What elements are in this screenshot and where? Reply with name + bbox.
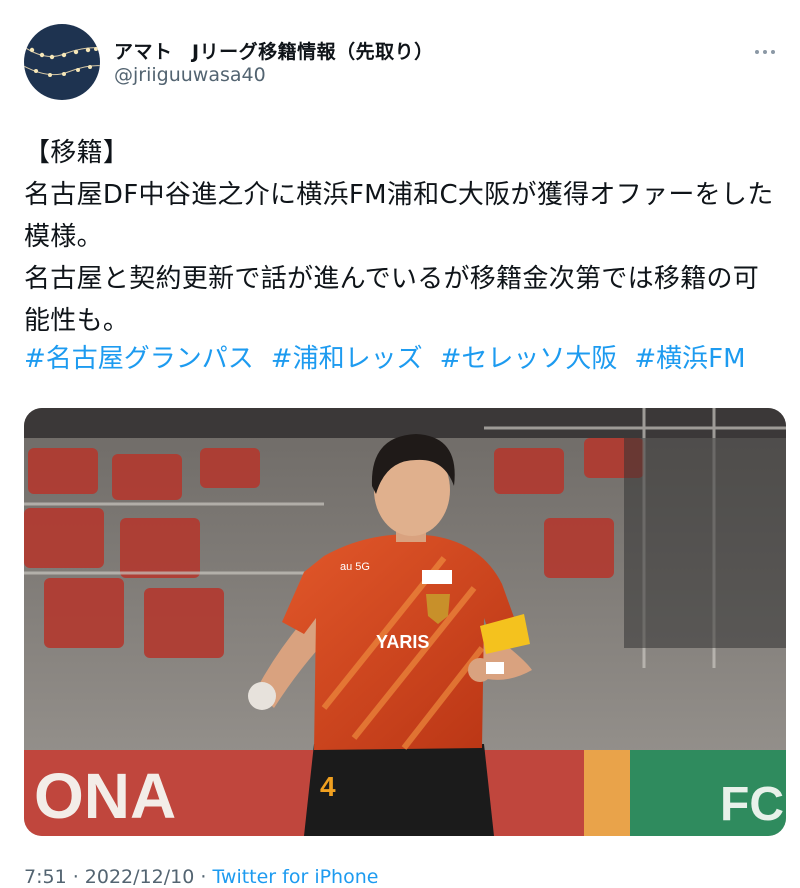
svg-text:FC: FC [720,778,784,831]
meta-separator: · [194,866,213,888]
tweet-time: 7:51 [24,866,67,888]
avatar-image [24,24,100,100]
meta-separator: · [66,866,85,888]
hashtag-link[interactable]: #横浜FM [634,344,745,374]
svg-text:ONA: ONA [34,760,176,832]
svg-text:4: 4 [320,771,336,802]
user-handle[interactable]: @jriiguuwasa40 [114,64,266,86]
shirt-sponsor-text: YARIS [376,632,429,652]
hashtag-list: #名古屋グランパス #浦和レッズ #セレッソ大阪 #横浜FM [24,338,784,380]
tweet-metadata: 7:51 · 2022/12/10 · Twitter for iPhone [24,866,378,888]
tweet-date: 2022/12/10 [84,866,195,888]
hashtag-link[interactable]: #名古屋グランパス [24,344,254,374]
avatar[interactable] [24,24,100,100]
display-name[interactable]: アマト Jリーグ移籍情報（先取り） [114,37,434,64]
football-player-photo: ONA FC 4 YARIS au 5G [24,408,786,836]
shirt-partner-text: au 5G [340,561,370,573]
hashtag-link[interactable]: #浦和レッズ [271,344,423,374]
tweet-photo[interactable]: ONA FC 4 YARIS au 5G [24,408,786,836]
tweet-text: 【移籍】 名古屋DF中谷進之介に横浜FM浦和C大阪が獲得オファーをした模様。 名… [24,138,774,336]
hashtag-link[interactable]: #セレッソ大阪 [440,344,618,374]
more-options-icon[interactable] [754,42,776,54]
tweet-header: アマト Jリーグ移籍情報（先取り） @jriiguuwasa40 [24,24,776,100]
tweet-source-link[interactable]: Twitter for iPhone [212,866,378,888]
tweet: アマト Jリーグ移籍情報（先取り） @jriiguuwasa40 【移籍】 名古… [0,0,800,888]
